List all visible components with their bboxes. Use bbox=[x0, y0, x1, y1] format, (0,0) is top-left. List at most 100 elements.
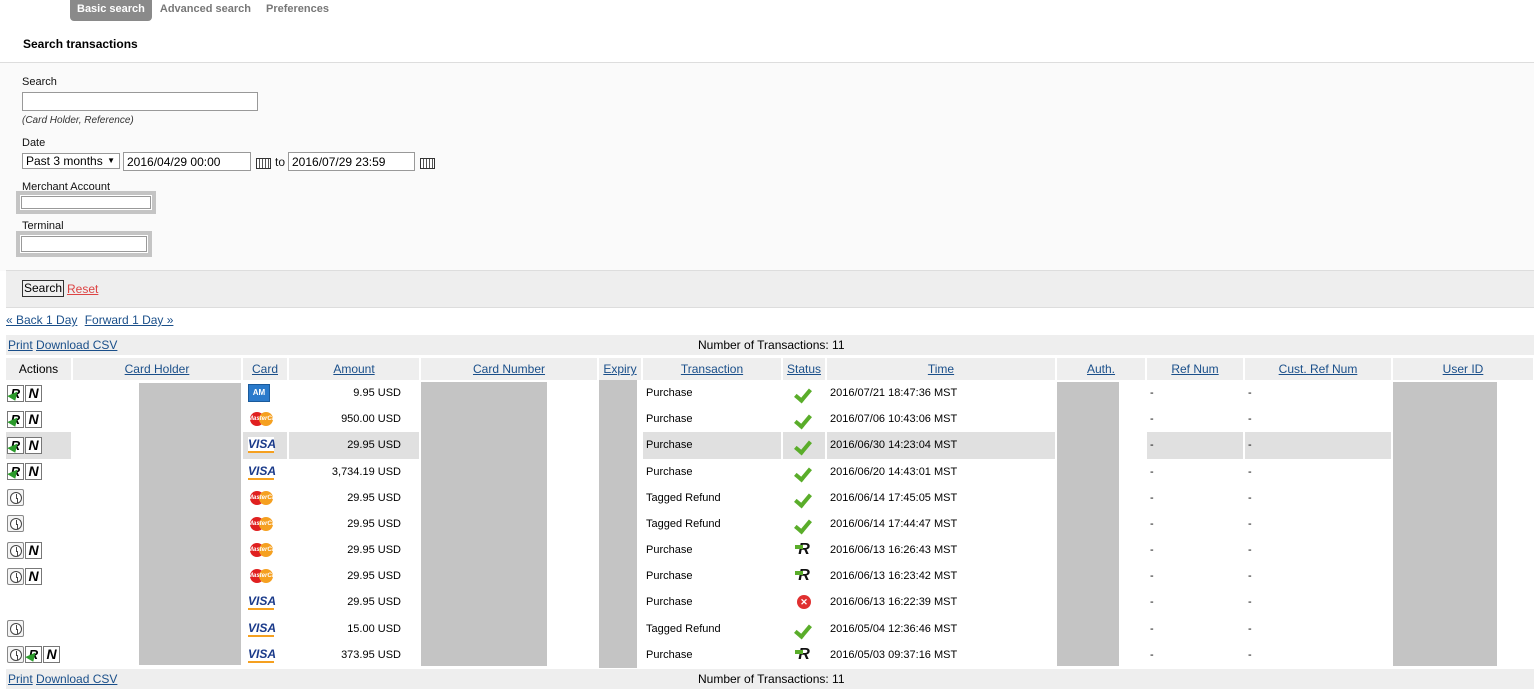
cust-ref-num-cell: - bbox=[1244, 458, 1393, 485]
refunded-icon: R bbox=[795, 541, 813, 559]
visa-card-icon: VISA bbox=[248, 620, 277, 637]
void-icon[interactable]: N bbox=[43, 646, 60, 664]
history-icon[interactable] bbox=[7, 620, 24, 638]
ref-num-cell: - bbox=[1146, 380, 1245, 407]
cust-ref-num-cell: - bbox=[1244, 589, 1393, 616]
merchant-account-field[interactable] bbox=[16, 191, 156, 214]
void-icon[interactable]: N bbox=[25, 567, 42, 585]
redacted-block bbox=[1056, 382, 1119, 666]
amount-cell: 29.95 USD bbox=[288, 432, 421, 459]
transaction-type-cell: Purchase bbox=[642, 589, 783, 616]
sort-transaction[interactable]: Transaction bbox=[681, 362, 743, 376]
search-hint: (Card Holder, Reference) bbox=[22, 115, 134, 126]
cust-ref-num-cell: - bbox=[1244, 380, 1393, 407]
sort-card[interactable]: Card bbox=[252, 362, 278, 376]
tab-preferences[interactable]: Preferences bbox=[259, 0, 336, 21]
transaction-type-cell: Purchase bbox=[642, 458, 783, 485]
status-cell: R bbox=[782, 563, 827, 590]
search-tabs: Basic search Advanced search Preferences bbox=[70, 0, 337, 21]
header-time: Time bbox=[826, 358, 1057, 380]
sort-auth[interactable]: Auth. bbox=[1087, 362, 1115, 376]
ref-num-cell: - bbox=[1146, 615, 1245, 642]
date-to-input[interactable] bbox=[288, 152, 415, 171]
cust-ref-num-cell: - bbox=[1244, 406, 1393, 433]
header-transaction: Transaction bbox=[642, 358, 783, 380]
form-actions: Search Reset bbox=[6, 270, 1534, 308]
header-card-holder: Card Holder bbox=[72, 358, 243, 380]
table-row[interactable]: ◀ R N AM 9.95 USD Purchase 2016/07/21 18:47:36… bbox=[6, 380, 1534, 668]
reset-link[interactable]: Reset bbox=[67, 282, 98, 296]
sort-ref-num[interactable]: Ref Num bbox=[1171, 362, 1218, 376]
card-cell: VISA bbox=[242, 432, 289, 459]
refund-icon[interactable]: ◀ R bbox=[7, 410, 24, 428]
download-csv-link[interactable]: Download CSV bbox=[36, 672, 117, 686]
sort-expiry[interactable]: Expiry bbox=[603, 362, 636, 376]
tab-advanced-search[interactable]: Advanced search bbox=[153, 0, 258, 21]
tab-basic-search[interactable]: Basic search bbox=[70, 0, 152, 21]
search-label: Search bbox=[22, 76, 57, 88]
amount-cell: 29.95 USD bbox=[288, 589, 421, 616]
visa-card-icon: VISA bbox=[248, 594, 277, 611]
transaction-type-cell: Purchase bbox=[642, 537, 783, 564]
refund-icon[interactable]: ◀ R bbox=[25, 646, 42, 664]
card-cell: VISA bbox=[242, 589, 289, 616]
history-icon[interactable] bbox=[7, 515, 24, 533]
terminal-field[interactable] bbox=[16, 231, 152, 257]
card-number-cell bbox=[420, 380, 599, 668]
calendar-icon[interactable] bbox=[420, 158, 435, 169]
header-card-number: Card Number bbox=[420, 358, 599, 380]
calendar-icon[interactable] bbox=[256, 158, 271, 169]
refunded-icon: R bbox=[795, 646, 813, 664]
amount-cell: 15.00 USD bbox=[288, 615, 421, 642]
void-icon[interactable]: N bbox=[25, 410, 42, 428]
history-icon[interactable] bbox=[7, 646, 24, 664]
actions-cell bbox=[6, 615, 73, 642]
ref-num-cell: - bbox=[1146, 458, 1245, 485]
actions-cell: ◀ R N bbox=[6, 380, 73, 407]
merchant-account-input[interactable] bbox=[21, 196, 151, 209]
void-icon[interactable]: N bbox=[25, 541, 42, 559]
date-to-label: to bbox=[275, 155, 286, 169]
refund-icon[interactable]: ◀ R bbox=[7, 463, 24, 481]
sort-card-holder[interactable]: Card Holder bbox=[125, 362, 190, 376]
history-icon[interactable] bbox=[7, 567, 24, 585]
sort-status[interactable]: Status bbox=[787, 362, 821, 376]
date-from-input[interactable] bbox=[123, 152, 251, 171]
download-csv-link[interactable]: Download CSV bbox=[36, 338, 117, 352]
card-holder-cell bbox=[72, 380, 243, 668]
history-icon[interactable] bbox=[7, 541, 24, 559]
void-icon[interactable]: N bbox=[25, 436, 42, 454]
header-cust-ref-num: Cust. Ref Num bbox=[1244, 358, 1393, 380]
history-icon[interactable] bbox=[7, 489, 24, 507]
sort-card-number[interactable]: Card Number bbox=[473, 362, 545, 376]
print-link[interactable]: Print bbox=[8, 338, 33, 352]
refund-icon[interactable]: ◀ R bbox=[7, 384, 24, 402]
terminal-input[interactable] bbox=[21, 236, 147, 252]
search-input[interactable] bbox=[22, 92, 258, 111]
status-cell bbox=[782, 510, 827, 538]
print-link[interactable]: Print bbox=[8, 672, 33, 686]
day-navigation: « Back 1 Day Forward 1 Day » bbox=[6, 313, 177, 327]
void-icon[interactable]: N bbox=[25, 463, 42, 481]
time-cell: 2016/07/06 10:43:06 MST bbox=[826, 406, 1057, 433]
sort-cust-ref-num[interactable]: Cust. Ref Num bbox=[1279, 362, 1358, 376]
sort-amount[interactable]: Amount bbox=[333, 362, 374, 376]
card-cell: MasterCard bbox=[242, 537, 289, 564]
void-icon[interactable]: N bbox=[25, 384, 42, 402]
card-cell: VISA bbox=[242, 641, 289, 668]
redacted-block bbox=[420, 382, 547, 666]
sort-time[interactable]: Time bbox=[928, 362, 954, 376]
time-cell: 2016/06/30 14:23:04 MST bbox=[826, 432, 1057, 459]
actions-cell: ◀ R N bbox=[6, 406, 73, 433]
date-range-select[interactable]: Past 3 months ▼ bbox=[22, 153, 120, 169]
sort-user-id[interactable]: User ID bbox=[1443, 362, 1484, 376]
refund-icon[interactable]: ◀ R bbox=[7, 436, 24, 454]
approved-check-icon bbox=[795, 620, 813, 638]
actions-cell: ◀ R N bbox=[6, 458, 73, 485]
actions-cell bbox=[6, 484, 73, 511]
header-actions: Actions bbox=[6, 358, 73, 380]
back-1-day-link[interactable]: « Back 1 Day bbox=[6, 313, 77, 327]
forward-1-day-link[interactable]: Forward 1 Day » bbox=[85, 313, 174, 327]
table-header-row: Actions Card Holder Card Amount Card Num… bbox=[6, 358, 1534, 380]
search-button[interactable]: Search bbox=[22, 280, 65, 297]
